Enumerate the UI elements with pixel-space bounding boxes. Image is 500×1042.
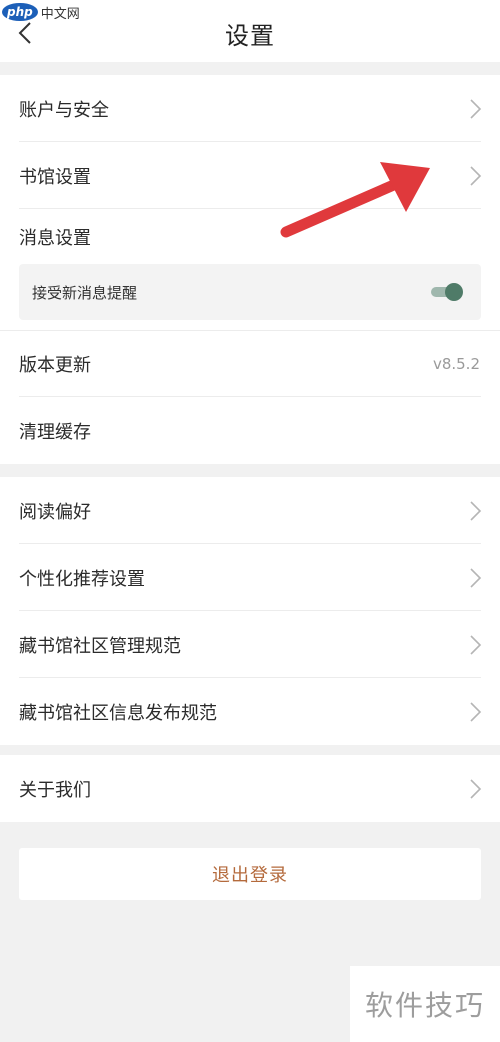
settings-group-about: 关于我们 xyxy=(0,755,500,822)
chevron-right-icon xyxy=(470,634,482,655)
chevron-right-icon xyxy=(470,701,482,722)
logout-button[interactable]: 退出登录 xyxy=(19,848,481,900)
row-community-posting-rules[interactable]: 藏书馆社区信息发布规范 xyxy=(0,678,500,745)
annotation-arrow-icon xyxy=(280,162,430,238)
row-label: 藏书馆社区管理规范 xyxy=(19,635,181,657)
row-label: 消息设置 xyxy=(19,227,91,249)
new-message-reminder-label: 接受新消息提醒 xyxy=(32,283,138,302)
row-community-management-rules[interactable]: 藏书馆社区管理规范 xyxy=(0,611,500,678)
row-label: 书馆设置 xyxy=(19,166,91,188)
chevron-right-icon xyxy=(470,165,482,186)
new-message-reminder-panel: 接受新消息提醒 xyxy=(19,264,481,320)
chevron-right-icon xyxy=(470,500,482,521)
toggle-knob xyxy=(445,283,463,301)
row-label: 个性化推荐设置 xyxy=(19,568,145,590)
row-label: 藏书馆社区信息发布规范 xyxy=(19,702,217,724)
row-label: 版本更新 xyxy=(19,355,91,376)
watermark-text: 软件技巧 xyxy=(364,989,485,1022)
settings-screen: php 中文网 设置 账户与安全 书馆设置 消息设置 接受新消息提醒 版本更新 … xyxy=(0,0,500,1042)
row-clear-cache[interactable]: 清理缓存 xyxy=(0,397,500,464)
logout-label: 退出登录 xyxy=(212,865,288,886)
settings-group-account: 账户与安全 书馆设置 消息设置 接受新消息提醒 版本更新 v8.5.2 清理缓存 xyxy=(0,75,500,464)
header: php 中文网 设置 xyxy=(0,0,500,62)
new-message-reminder-toggle[interactable] xyxy=(431,283,463,301)
row-account-security[interactable]: 账户与安全 xyxy=(0,75,500,142)
chevron-right-icon xyxy=(470,567,482,588)
chevron-right-icon xyxy=(470,778,482,799)
page-title: 设置 xyxy=(225,22,275,50)
row-label: 账户与安全 xyxy=(19,99,109,121)
chevron-right-icon xyxy=(470,98,482,119)
row-about-us[interactable]: 关于我们 xyxy=(0,755,500,822)
row-version-update[interactable]: 版本更新 v8.5.2 xyxy=(0,330,500,397)
row-personalized-recommendations[interactable]: 个性化推荐设置 xyxy=(0,544,500,611)
row-label: 关于我们 xyxy=(19,779,91,801)
version-value: v8.5.2 xyxy=(432,355,480,373)
row-reading-preferences[interactable]: 阅读偏好 xyxy=(0,477,500,544)
watermark-box: 软件技巧 xyxy=(350,966,500,1042)
row-label: 清理缓存 xyxy=(19,421,91,443)
row-label: 阅读偏好 xyxy=(19,501,91,523)
settings-group-preferences: 阅读偏好 个性化推荐设置 藏书馆社区管理规范 藏书馆社区信息发布规范 xyxy=(0,477,500,745)
